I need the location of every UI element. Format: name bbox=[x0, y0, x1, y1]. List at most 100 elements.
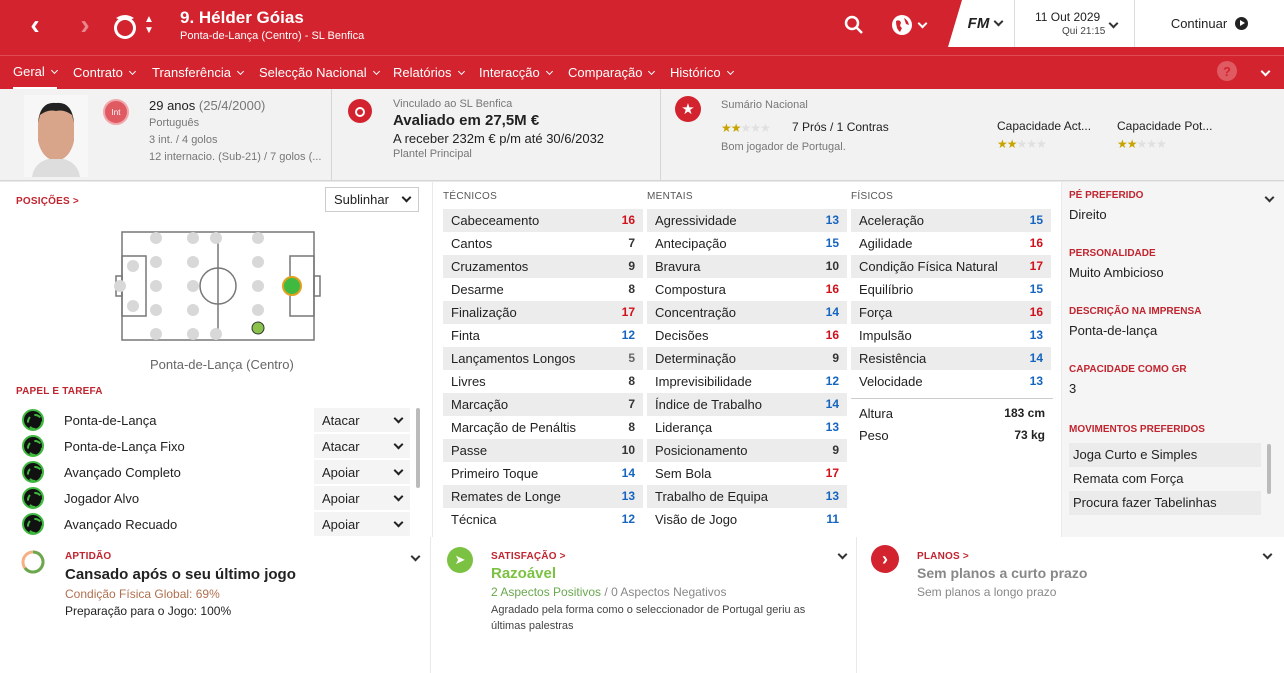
attribute-row[interactable]: Força 16 bbox=[851, 301, 1051, 324]
plans-chevron-icon[interactable] bbox=[1260, 547, 1274, 561]
attribute-row[interactable]: Equilíbrio 15 bbox=[851, 278, 1051, 301]
tab-interaccao[interactable]: Interacção bbox=[479, 56, 553, 90]
fm-menu-button[interactable]: FM bbox=[948, 0, 1014, 47]
attribute-row[interactable]: Marcação 7 bbox=[443, 393, 643, 416]
pros-cons[interactable]: 7 Prós / 1 Contras bbox=[792, 120, 889, 134]
tab-comparacao[interactable]: Comparação bbox=[568, 56, 656, 90]
attribute-value: 12 bbox=[621, 512, 635, 526]
attribute-row[interactable]: Passe 10 bbox=[443, 439, 643, 462]
attribute-row[interactable]: Compostura 16 bbox=[647, 278, 847, 301]
position-label: Ponta-de-Lança (Centro) bbox=[150, 357, 294, 372]
attribute-row[interactable]: Cabeceamento 16 bbox=[443, 209, 643, 232]
attribute-row[interactable]: Antecipação 15 bbox=[647, 232, 847, 255]
attribute-name: Desarme bbox=[451, 282, 504, 297]
attribute-row[interactable]: Cantos 7 bbox=[443, 232, 643, 255]
role-row[interactable]: Jogador Alvo Apoiar bbox=[22, 485, 412, 511]
role-row[interactable]: Avançado Completo Apoiar bbox=[22, 459, 412, 485]
attribute-row[interactable]: Livres 8 bbox=[443, 370, 643, 393]
highlight-select[interactable]: Sublinhar bbox=[325, 187, 419, 212]
contract-crest-icon bbox=[348, 99, 372, 123]
chevron-down-icon bbox=[393, 491, 404, 501]
attribute-row[interactable]: Resistência 14 bbox=[851, 347, 1051, 370]
roles-title: PAPEL E TAREFA bbox=[16, 386, 103, 397]
happiness-chevron-icon[interactable] bbox=[835, 547, 849, 561]
plans-label[interactable]: PLANOS > bbox=[917, 551, 969, 562]
role-row[interactable]: Ponta-de-Lança Atacar bbox=[22, 407, 412, 433]
role-row[interactable]: Avançado Recuado Apoiar bbox=[22, 511, 412, 537]
attribute-value: 16 bbox=[1029, 305, 1043, 319]
attribute-row[interactable]: Liderança 13 bbox=[647, 416, 847, 439]
tab-historico[interactable]: Histórico bbox=[670, 56, 734, 90]
tab-contrato[interactable]: Contrato bbox=[73, 56, 136, 90]
player-caps: 3 int. / 4 golos bbox=[149, 134, 218, 146]
roles-scrollbar[interactable] bbox=[416, 408, 420, 488]
continue-button[interactable]: Continuar bbox=[1134, 0, 1284, 47]
attribute-row[interactable]: Trabalho de Equipa 13 bbox=[647, 485, 847, 508]
attribute-row[interactable]: Técnica 12 bbox=[443, 508, 643, 531]
tab-seleccao[interactable]: Selecção Nacional bbox=[259, 56, 380, 90]
duty-select[interactable]: Atacar bbox=[314, 434, 410, 458]
attribute-row[interactable]: Finta 12 bbox=[443, 324, 643, 347]
fitness-title: Cansado após o seu último jogo bbox=[65, 566, 296, 583]
role-row[interactable]: Ponta-de-Lança Fixo Atacar bbox=[22, 433, 412, 459]
attribute-name: Compostura bbox=[655, 282, 726, 297]
happiness-label[interactable]: SATISFAÇÃO > bbox=[491, 551, 566, 562]
attribute-row[interactable]: Visão de Jogo 11 bbox=[647, 508, 847, 531]
tab-relatorios[interactable]: Relatórios bbox=[393, 56, 465, 90]
attribute-value: 15 bbox=[1029, 213, 1043, 227]
attribute-value: 13 bbox=[825, 489, 839, 503]
attribute-row[interactable]: Imprevisibilidade 12 bbox=[647, 370, 847, 393]
attribute-row[interactable]: Decisões 16 bbox=[647, 324, 847, 347]
attribute-row[interactable]: Remates de Longe 13 bbox=[443, 485, 643, 508]
attribute-row[interactable]: Impulsão 13 bbox=[851, 324, 1051, 347]
attribute-name: Cruzamentos bbox=[451, 259, 529, 274]
nav-chevron-icon[interactable] bbox=[1258, 64, 1272, 78]
media-description: DESCRIÇÃO NA IMPRENSA Ponta-de-lança bbox=[1069, 306, 1202, 338]
search-icon[interactable] bbox=[843, 14, 865, 36]
duty-select[interactable]: Atacar bbox=[314, 408, 410, 432]
positions-title[interactable]: POSIÇÕES > bbox=[16, 196, 79, 207]
globe-icon[interactable] bbox=[888, 13, 928, 37]
move-item: Remata com Força bbox=[1073, 471, 1184, 486]
duty-select[interactable]: Apoiar bbox=[314, 512, 410, 536]
attribute-row[interactable]: Primeiro Toque 14 bbox=[443, 462, 643, 485]
attribute-name: Determinação bbox=[655, 351, 736, 366]
attribute-name: Antecipação bbox=[655, 236, 727, 251]
attribute-row[interactable]: Condição Física Natural 17 bbox=[851, 255, 1051, 278]
tab-transferencia[interactable]: Transferência bbox=[152, 56, 245, 90]
attribute-row[interactable]: Concentração 14 bbox=[647, 301, 847, 324]
attribute-row[interactable]: Cruzamentos 9 bbox=[443, 255, 643, 278]
forward-icon[interactable]: › bbox=[72, 9, 98, 40]
duty-select[interactable]: Apoiar bbox=[314, 486, 410, 510]
role-icon bbox=[22, 409, 44, 431]
attribute-value: 17 bbox=[1029, 259, 1043, 273]
attribute-row[interactable]: Desarme 8 bbox=[443, 278, 643, 301]
attribute-row[interactable]: Agilidade 16 bbox=[851, 232, 1051, 255]
attribute-value: 12 bbox=[621, 328, 635, 342]
attribute-value: 15 bbox=[825, 236, 839, 250]
move-item: Procura fazer Tabelinhas bbox=[1069, 491, 1261, 515]
moves-scrollbar[interactable] bbox=[1267, 444, 1271, 494]
player-switch-icon[interactable]: ▲ ▼ bbox=[142, 12, 156, 38]
attribute-row[interactable]: Índice de Trabalho 14 bbox=[647, 393, 847, 416]
attribute-row[interactable]: Lançamentos Longos 5 bbox=[443, 347, 643, 370]
fitness-chevron-icon[interactable] bbox=[408, 549, 422, 563]
attribute-row[interactable]: Determinação 9 bbox=[647, 347, 847, 370]
player-subtitle[interactable]: Ponta-de-Lança (Centro) - SL Benfica bbox=[180, 30, 364, 42]
attribute-row[interactable]: Marcação de Penáltis 8 bbox=[443, 416, 643, 439]
attribute-row[interactable]: Finalização 17 bbox=[443, 301, 643, 324]
attribute-row[interactable]: Sem Bola 17 bbox=[647, 462, 847, 485]
attribute-row[interactable]: Posicionamento 9 bbox=[647, 439, 847, 462]
attribute-row[interactable]: Aceleração 15 bbox=[851, 209, 1051, 232]
club-crest-icon[interactable] bbox=[110, 10, 140, 42]
attribute-row[interactable]: Velocidade 13 bbox=[851, 370, 1051, 393]
help-icon[interactable]: ? bbox=[1217, 61, 1237, 81]
back-icon[interactable]: ‹ bbox=[22, 9, 48, 40]
date-chevron-icon[interactable] bbox=[1106, 14, 1120, 32]
duty-select[interactable]: Apoiar bbox=[314, 460, 410, 484]
attribute-row[interactable]: Bravura 10 bbox=[647, 255, 847, 278]
attribute-value: 9 bbox=[832, 351, 839, 365]
attribute-row[interactable]: Agressividade 13 bbox=[647, 209, 847, 232]
details-chevron-icon[interactable] bbox=[1262, 190, 1276, 204]
tab-geral[interactable]: Geral bbox=[13, 56, 58, 90]
